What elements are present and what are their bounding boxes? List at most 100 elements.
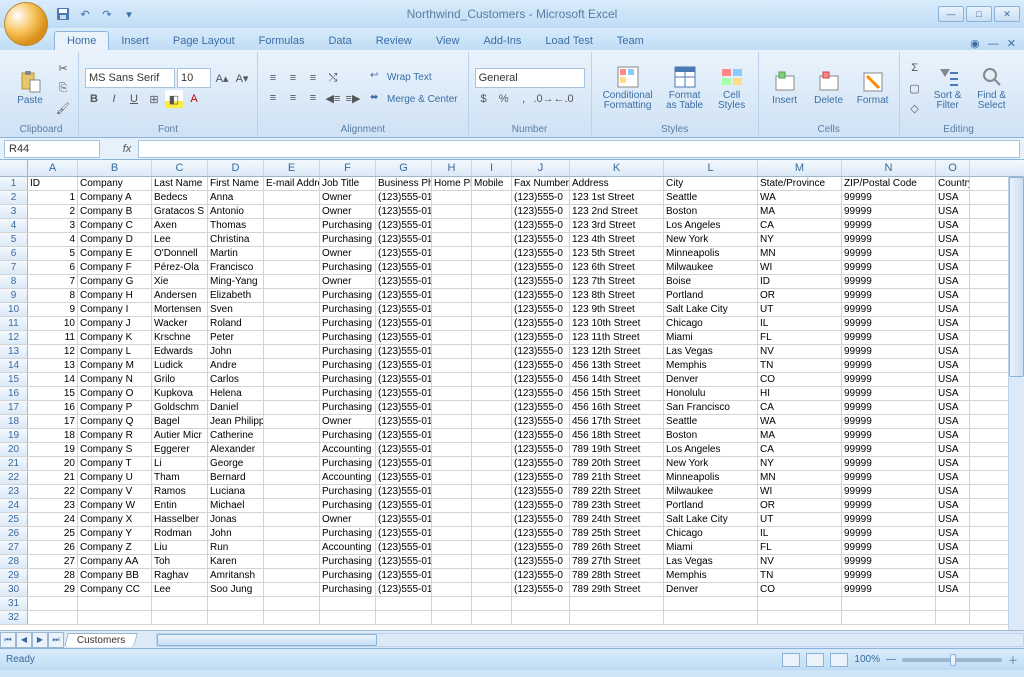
tab-home[interactable]: Home (54, 31, 109, 50)
increase-indent-icon[interactable]: ≡▶ (344, 89, 362, 107)
cell[interactable]: (123)555-0 (512, 303, 570, 316)
cell[interactable] (472, 247, 512, 260)
cell[interactable]: 1 (28, 191, 78, 204)
cell[interactable]: (123)555-0100 (376, 359, 432, 372)
cell[interactable] (320, 611, 376, 624)
cell[interactable]: 9 (28, 303, 78, 316)
row-header[interactable]: 16 (0, 387, 28, 400)
cell[interactable] (432, 219, 472, 232)
row-header[interactable]: 7 (0, 261, 28, 274)
cell[interactable]: Antonio (208, 205, 264, 218)
cell[interactable]: USA (936, 289, 970, 302)
cell[interactable]: USA (936, 303, 970, 316)
cell[interactable]: Edwards (152, 345, 208, 358)
cell[interactable] (472, 499, 512, 512)
cell[interactable]: Li (152, 457, 208, 470)
tab-insert[interactable]: Insert (109, 32, 161, 50)
cell[interactable]: 13 (28, 359, 78, 372)
cell[interactable]: (123)555-0 (512, 527, 570, 540)
cell[interactable]: 99999 (842, 583, 936, 596)
cell[interactable]: 99999 (842, 401, 936, 414)
cell[interactable]: (123)555-0100 (376, 499, 432, 512)
row-header[interactable]: 28 (0, 555, 28, 568)
cell[interactable]: Purchasing (320, 303, 376, 316)
cell[interactable]: Memphis (664, 569, 758, 582)
column-header[interactable]: A (28, 160, 78, 176)
cell[interactable]: 99999 (842, 527, 936, 540)
cell[interactable]: Purchasing (320, 289, 376, 302)
cell[interactable]: Company K (78, 331, 152, 344)
save-icon[interactable] (54, 5, 72, 23)
tab-addins[interactable]: Add-Ins (471, 32, 533, 50)
cell[interactable] (432, 499, 472, 512)
decrease-decimal-icon[interactable]: ←.0 (555, 90, 573, 108)
cell[interactable]: 789 23th Street (570, 499, 664, 512)
sheet-nav-first-icon[interactable]: ⏮ (0, 632, 16, 648)
redo-icon[interactable]: ↷ (98, 5, 116, 23)
autosum-icon[interactable]: Σ (906, 59, 924, 77)
cell[interactable]: Ludick (152, 359, 208, 372)
cell[interactable]: Last Name (152, 177, 208, 190)
cell[interactable]: 6 (28, 261, 78, 274)
cell[interactable]: Michael (208, 499, 264, 512)
cell[interactable]: (123)555-0100 (376, 457, 432, 470)
cell[interactable] (264, 317, 320, 330)
row-header[interactable]: 31 (0, 597, 28, 610)
find-select-button[interactable]: Find & Select (972, 54, 1012, 122)
row-header[interactable]: 5 (0, 233, 28, 246)
sheet-nav-prev-icon[interactable]: ◀ (16, 632, 32, 648)
cell[interactable]: Amritansh (208, 569, 264, 582)
cell[interactable]: USA (936, 457, 970, 470)
cell[interactable] (264, 499, 320, 512)
row-header[interactable]: 26 (0, 527, 28, 540)
cell[interactable] (264, 261, 320, 274)
shrink-font-icon[interactable]: A▾ (233, 69, 251, 87)
row-header[interactable]: 14 (0, 359, 28, 372)
cell[interactable]: Jonas (208, 513, 264, 526)
cell[interactable]: MN (758, 247, 842, 260)
tab-formulas[interactable]: Formulas (247, 32, 317, 50)
cell[interactable]: Company R (78, 429, 152, 442)
cell[interactable]: USA (936, 583, 970, 596)
cell[interactable]: Run (208, 541, 264, 554)
cell[interactable]: (123)555-0 (512, 261, 570, 274)
cell[interactable]: Company V (78, 485, 152, 498)
column-header[interactable]: E (264, 160, 320, 176)
zoom-in-icon[interactable]: ＋ (1008, 652, 1018, 667)
cell[interactable]: 123 11th Street (570, 331, 664, 344)
tab-review[interactable]: Review (364, 32, 424, 50)
cell[interactable]: Seattle (664, 191, 758, 204)
cell[interactable] (472, 205, 512, 218)
zoom-thumb[interactable] (950, 654, 956, 666)
wrap-text-button[interactable]: ↩Wrap Text (366, 67, 462, 87)
cell[interactable]: MA (758, 429, 842, 442)
help-icon[interactable]: ◉ (970, 37, 980, 50)
cell[interactable]: Mobile (472, 177, 512, 190)
cell[interactable] (264, 401, 320, 414)
cell[interactable]: 17 (28, 415, 78, 428)
cell[interactable] (472, 191, 512, 204)
cell[interactable]: Address (570, 177, 664, 190)
cell[interactable] (664, 611, 758, 624)
cell[interactable]: TN (758, 359, 842, 372)
cell[interactable]: Salt Lake City (664, 303, 758, 316)
cell[interactable] (432, 373, 472, 386)
cell[interactable]: Milwaukee (664, 261, 758, 274)
cell[interactable]: Francisco (208, 261, 264, 274)
cell[interactable]: Bagel (152, 415, 208, 428)
cell[interactable]: 99999 (842, 457, 936, 470)
cell[interactable]: FL (758, 331, 842, 344)
font-color-icon[interactable]: A (185, 90, 203, 108)
undo-icon[interactable]: ↶ (76, 5, 94, 23)
cell[interactable]: Business Phone (376, 177, 432, 190)
cell[interactable]: Portland (664, 289, 758, 302)
cell[interactable] (432, 541, 472, 554)
cell[interactable]: Purchasing (320, 387, 376, 400)
cell[interactable]: Purchasing (320, 233, 376, 246)
cell[interactable]: 12 (28, 345, 78, 358)
cell[interactable]: Company E (78, 247, 152, 260)
cell[interactable]: Honolulu (664, 387, 758, 400)
cell[interactable] (432, 275, 472, 288)
cell[interactable] (432, 457, 472, 470)
cell[interactable] (264, 569, 320, 582)
